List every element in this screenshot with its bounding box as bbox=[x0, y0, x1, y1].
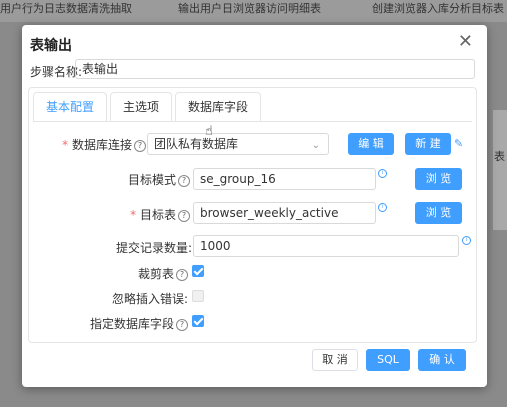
target-table-input[interactable]: browser_weekly_active bbox=[193, 202, 376, 224]
specify-db-fields-checkbox[interactable] bbox=[192, 315, 204, 327]
confirm-button[interactable]: 确 认 bbox=[418, 349, 466, 371]
step-name-input[interactable]: 表输出 bbox=[75, 59, 475, 79]
tab-divider bbox=[33, 121, 472, 122]
browse-schema-button[interactable]: 浏 览 bbox=[415, 168, 462, 190]
help-icon[interactable]: ? bbox=[178, 209, 190, 222]
help-icon[interactable]: ? bbox=[176, 318, 188, 331]
help-icon[interactable]: ? bbox=[178, 174, 190, 187]
ignore-insert-errors-label: 忽略插入错误: bbox=[111, 292, 188, 306]
tab-db-fields[interactable]: 数据库字段 bbox=[175, 92, 262, 121]
close-icon[interactable]: ✕ bbox=[458, 33, 473, 51]
background-tab-strip: 用户行为日志数据清洗抽取 输出用户日浏览器访问明细表 创建浏览器入库分析目标表 bbox=[0, 0, 507, 22]
background-node-label: 表 bbox=[494, 150, 505, 163]
chevron-down-icon: ⌄ bbox=[311, 140, 320, 151]
ignore-insert-errors-checkbox[interactable] bbox=[192, 290, 204, 302]
help-icon[interactable]: ? bbox=[176, 268, 188, 281]
background-node bbox=[493, 110, 507, 230]
table-output-dialog: 表输出 ✕ 步骤名称: 表输出 基本配置 主选项 数据库字段 * 数据库连接? … bbox=[22, 25, 487, 387]
db-connection-label: * 数据库连接? bbox=[52, 136, 146, 153]
edit-button[interactable]: 编 辑 bbox=[348, 133, 394, 155]
browse-table-button[interactable]: 浏 览 bbox=[415, 202, 462, 224]
info-icon[interactable]: i bbox=[462, 236, 471, 245]
commit-size-input[interactable]: 1000 bbox=[193, 235, 459, 257]
commit-size-label: 提交记录数量: bbox=[115, 241, 192, 255]
wizard-icon[interactable]: ✎ bbox=[454, 137, 463, 150]
tab-basic-config[interactable]: 基本配置 bbox=[33, 92, 108, 121]
specify-db-fields-label: 指定数据库字段? bbox=[62, 315, 188, 332]
target-table-label: * 目标表? bbox=[82, 206, 190, 223]
info-icon[interactable]: i bbox=[378, 203, 387, 212]
new-button[interactable]: 新 建 bbox=[405, 133, 451, 155]
background-tab-1: 用户行为日志数据清洗抽取 bbox=[0, 2, 132, 15]
help-icon[interactable]: ? bbox=[134, 139, 146, 152]
truncate-table-checkbox[interactable] bbox=[192, 265, 204, 277]
target-schema-input[interactable]: se_group_16 bbox=[193, 168, 376, 190]
sql-button[interactable]: SQL bbox=[366, 349, 410, 371]
truncate-table-label: 裁剪表? bbox=[82, 265, 188, 282]
tab-main-options[interactable]: 主选项 bbox=[110, 92, 173, 121]
target-schema-label: 目标模式? bbox=[82, 171, 190, 188]
db-connection-select[interactable]: 团队私有数据库 ⌄ bbox=[147, 133, 329, 155]
info-icon[interactable]: i bbox=[378, 169, 387, 178]
background-tab-3: 创建浏览器入库分析目标表 bbox=[372, 2, 504, 15]
dialog-title: 表输出 bbox=[30, 38, 72, 54]
mouse-pointer-icon: ☝ bbox=[205, 124, 213, 139]
background-tab-2: 输出用户日浏览器访问明细表 bbox=[178, 2, 321, 15]
cancel-button[interactable]: 取 消 bbox=[312, 349, 358, 371]
tab-bar: 基本配置 主选项 数据库字段 bbox=[33, 92, 264, 122]
